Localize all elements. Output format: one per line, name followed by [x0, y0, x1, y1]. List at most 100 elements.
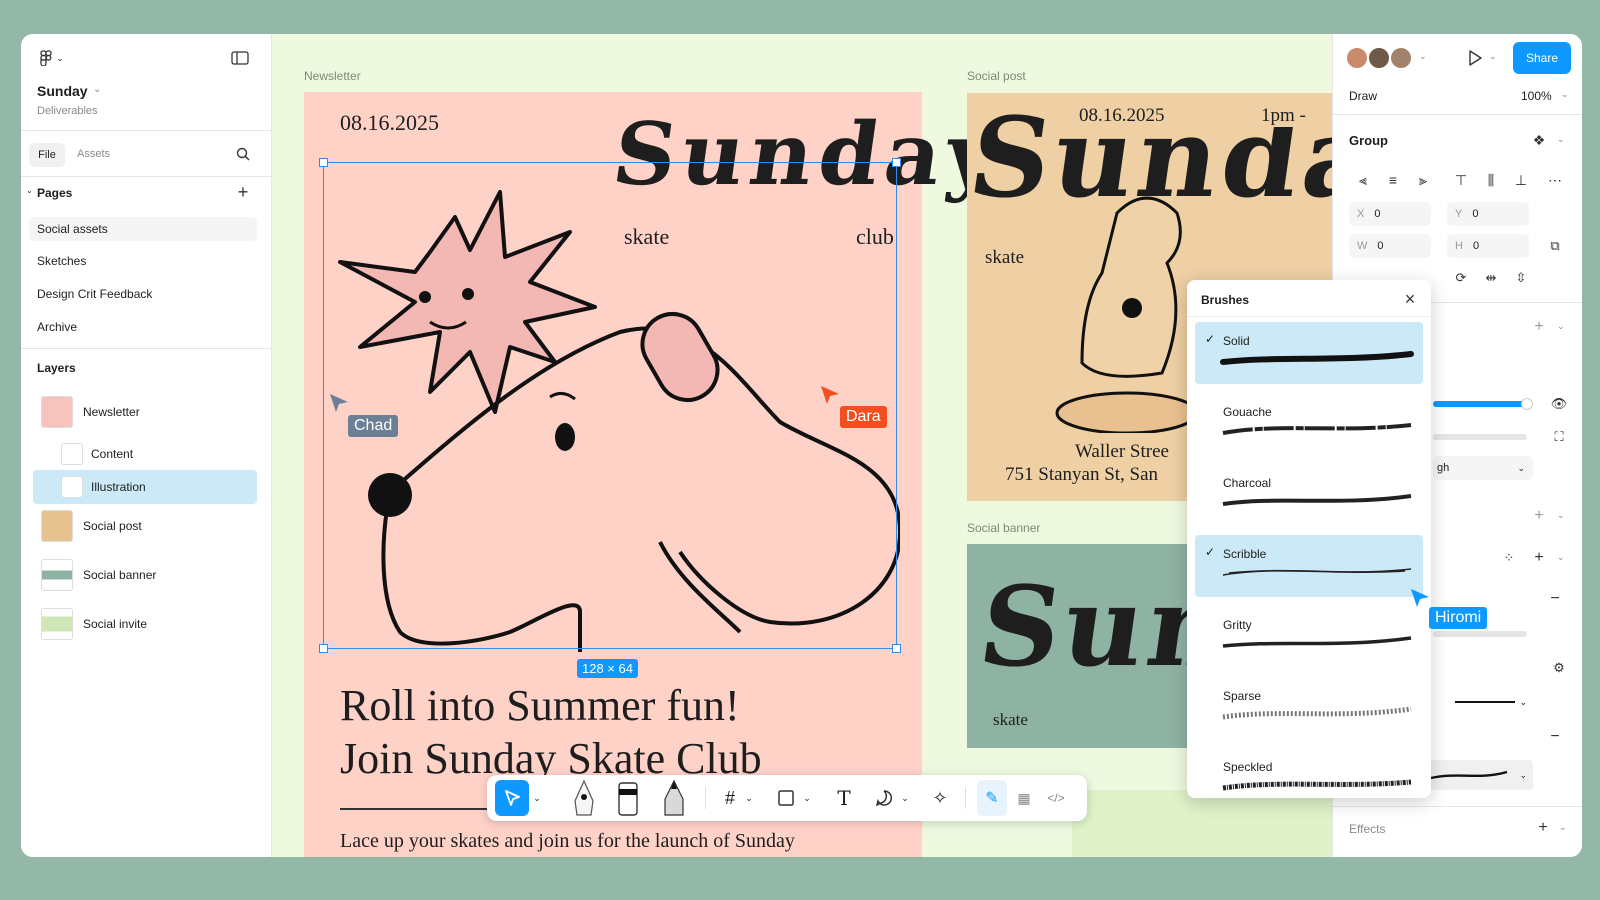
x-field[interactable]: X0 [1349, 202, 1431, 226]
resize-handle[interactable] [892, 644, 901, 653]
layer-social-post[interactable]: Social post [33, 509, 257, 543]
dev-mode-icon[interactable]: </> [1043, 778, 1069, 818]
chevron-down-icon[interactable]: ⌄ [899, 778, 911, 818]
frame-label-social-banner[interactable]: Social banner [967, 521, 1040, 535]
sidebar-toggle-icon[interactable] [229, 48, 251, 68]
rotate-icon[interactable]: ⟳ [1451, 268, 1471, 288]
expand-icon[interactable]: ⛶ [1549, 427, 1569, 447]
chevron-down-icon[interactable]: ⌄ [93, 84, 101, 95]
brush-option-gouache[interactable]: Gouache [1195, 393, 1423, 455]
align-top-icon[interactable]: ⊤ [1451, 170, 1471, 190]
chevron-down-icon[interactable]: ⌄ [531, 778, 543, 818]
pencil-tool[interactable] [657, 778, 691, 818]
chevron-down-icon[interactable]: ⌄ [1557, 510, 1565, 521]
text-tool-icon[interactable]: T [831, 778, 857, 818]
brush-option-scribble[interactable]: ✓ Scribble [1195, 535, 1423, 597]
close-icon[interactable]: × [1399, 288, 1421, 310]
rectangle-tool-icon[interactable] [773, 778, 799, 818]
opacity-slider-thumb[interactable] [1521, 398, 1533, 410]
resize-handle[interactable] [319, 158, 328, 167]
align-center-icon[interactable]: ≡ [1383, 170, 1403, 190]
layer-illustration[interactable]: Illustration [33, 470, 257, 504]
chevron-down-icon[interactable]: ⌄ [743, 778, 755, 818]
caret-down-icon[interactable]: ⌄ [26, 186, 33, 195]
flip-vertical-icon[interactable]: ⇳ [1511, 268, 1531, 288]
avatar[interactable] [1345, 46, 1369, 70]
figma-menu-icon[interactable]: ⌄ [35, 48, 69, 68]
grid-styles-icon[interactable]: ⁘ [1499, 548, 1519, 568]
tab-assets[interactable]: Assets [77, 148, 110, 160]
blend-dropdown[interactable]: gh ⌄ [1433, 456, 1533, 480]
frame-label-newsletter[interactable]: Newsletter [304, 69, 361, 83]
design-mode-icon[interactable]: ▦ [1011, 778, 1037, 818]
file-name[interactable]: Sunday [37, 83, 88, 99]
remove-icon[interactable]: − [1545, 727, 1565, 747]
add-icon[interactable]: + [1529, 548, 1549, 568]
component-icon[interactable]: ❖ [1529, 130, 1549, 150]
project-name[interactable]: Deliverables [37, 105, 98, 117]
newsletter-frame[interactable]: 08.16.2025 Sunday skate club 128 × 64 Ro… [304, 92, 1010, 857]
draw-mode-icon[interactable]: ✎ [977, 780, 1007, 816]
add-icon[interactable]: + [1529, 506, 1549, 526]
brush-option-solid[interactable]: ✓ Solid [1195, 322, 1423, 384]
marker-tool[interactable] [611, 778, 645, 818]
w-field[interactable]: W0 [1349, 234, 1431, 258]
align-middle-icon[interactable]: ⫼ [1481, 170, 1501, 190]
zoom-level[interactable]: 100% [1521, 89, 1552, 103]
brush-preview-dropdown[interactable]: ⌄ [1429, 760, 1533, 790]
add-effect-icon[interactable]: + [1533, 818, 1553, 838]
chevron-down-icon[interactable]: ⌄ [1557, 134, 1565, 145]
frame-label-social-post[interactable]: Social post [967, 69, 1026, 83]
search-icon[interactable] [233, 144, 253, 164]
align-bottom-icon[interactable]: ⊥ [1511, 170, 1531, 190]
brush-option-speckled[interactable]: Speckled [1195, 748, 1423, 810]
avatar[interactable] [1367, 46, 1391, 70]
opacity-slider[interactable] [1433, 401, 1527, 407]
size-slider[interactable] [1433, 434, 1527, 440]
chevron-down-icon[interactable]: ⌄ [1419, 51, 1427, 62]
tab-file[interactable]: File [29, 143, 65, 167]
stroke-slider[interactable] [1433, 631, 1527, 637]
add-icon[interactable]: + [1529, 317, 1549, 337]
frame-tool-icon[interactable]: # [717, 778, 743, 818]
pen-tool[interactable] [567, 778, 601, 818]
layer-newsletter[interactable]: Newsletter [33, 395, 257, 429]
remove-icon[interactable]: − [1545, 589, 1565, 609]
layer-social-invite[interactable]: Social invite [33, 607, 257, 641]
layer-social-banner[interactable]: Social banner [33, 558, 257, 592]
avatar[interactable] [1389, 46, 1413, 70]
constrain-proportions-icon[interactable]: ⧉ [1545, 236, 1565, 256]
brush-option-charcoal[interactable]: Charcoal [1195, 464, 1423, 526]
h-field[interactable]: H0 [1447, 234, 1529, 258]
present-play-icon[interactable] [1465, 48, 1485, 68]
eye-icon[interactable]: 👁 [1549, 394, 1569, 414]
align-left-icon[interactable]: ⫷ [1353, 170, 1373, 190]
chevron-down-icon[interactable]: ⌄ [1559, 822, 1567, 833]
chevron-down-icon[interactable]: ⌄ [1489, 51, 1497, 62]
page-item-design-crit[interactable]: Design Crit Feedback [29, 282, 257, 306]
resize-handle[interactable] [892, 158, 901, 167]
move-tool[interactable] [495, 780, 529, 816]
chevron-down-icon[interactable]: ⌄ [1561, 89, 1569, 100]
brush-option-gritty[interactable]: Gritty [1195, 606, 1423, 668]
chevron-down-icon[interactable]: ⌄ [801, 778, 813, 818]
page-item-sketches[interactable]: Sketches [29, 249, 257, 273]
selection-box[interactable] [319, 158, 901, 653]
chevron-down-icon[interactable]: ⌄ [1557, 321, 1565, 332]
layer-content[interactable]: Content [33, 437, 257, 471]
comment-tool-icon[interactable] [871, 778, 897, 818]
page-item-archive[interactable]: Archive [29, 315, 257, 339]
add-page-icon[interactable]: + [233, 182, 253, 202]
ai-sparkle-icon[interactable]: ✧ [927, 778, 953, 818]
more-icon[interactable]: ⋯ [1545, 170, 1565, 190]
flip-horizontal-icon[interactable]: ⇹ [1481, 268, 1501, 288]
align-right-icon[interactable]: ⫸ [1413, 170, 1433, 190]
page-item-social-assets[interactable]: Social assets [29, 217, 257, 241]
resize-handle[interactable] [319, 644, 328, 653]
stroke-settings-icon[interactable]: ⚙ [1549, 658, 1569, 678]
y-field[interactable]: Y0 [1447, 202, 1529, 226]
chevron-down-icon[interactable]: ⌄ [1557, 552, 1565, 563]
brush-option-sparse[interactable]: Sparse [1195, 677, 1423, 739]
stroke-style-dropdown[interactable]: ⌄ [1433, 690, 1533, 714]
share-button[interactable]: Share [1513, 42, 1571, 74]
